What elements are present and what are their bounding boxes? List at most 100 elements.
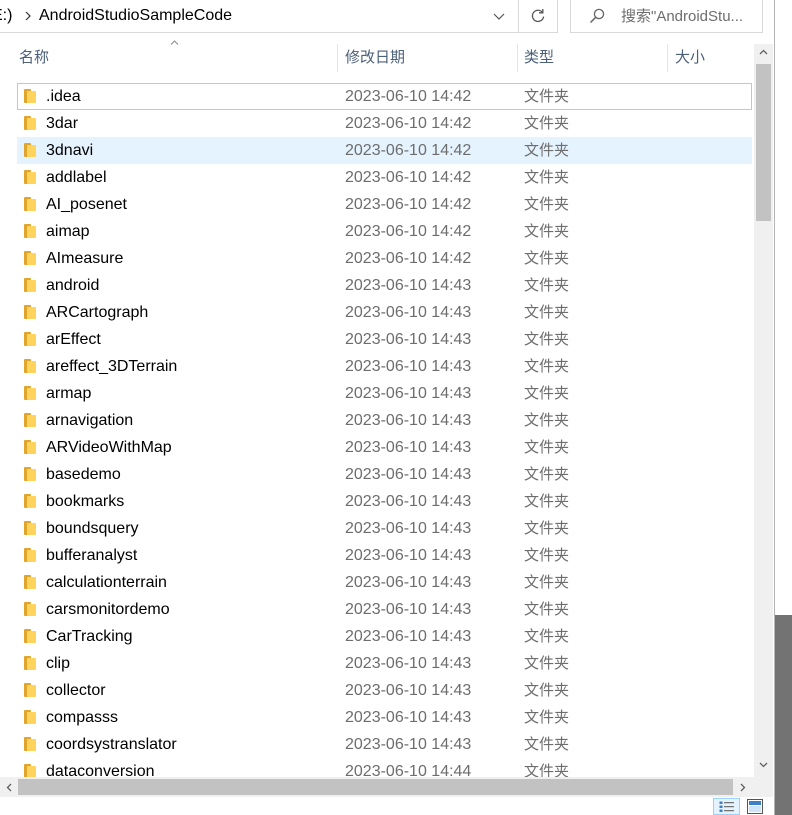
search-icon (589, 8, 605, 24)
folder-icon (24, 440, 37, 455)
search-input[interactable] (621, 0, 759, 32)
file-type: 文件夹 (524, 250, 570, 267)
folder-icon (24, 251, 37, 266)
address-bar[interactable]: E:) AndroidStudioSampleCode (0, 0, 519, 33)
file-row[interactable]: boundsquery 2023-06-10 14:43 文件夹 (17, 515, 752, 542)
scrollbar-corner (754, 777, 773, 797)
file-modified-date: 2023-06-10 14:43 (345, 547, 472, 564)
file-modified-date: 2023-06-10 14:42 (345, 142, 472, 159)
file-row[interactable]: ARCartograph 2023-06-10 14:43 文件夹 (17, 299, 752, 326)
file-name: ARVideoWithMap (46, 439, 172, 456)
file-row[interactable]: bufferanalyst 2023-06-10 14:43 文件夹 (17, 542, 752, 569)
folder-icon (24, 521, 37, 536)
breadcrumb-drive[interactable]: E:) (0, 0, 12, 32)
folder-icon (24, 413, 37, 428)
scroll-left-arrow-icon[interactable] (6, 783, 12, 792)
file-row[interactable]: collector 2023-06-10 14:43 文件夹 (17, 677, 752, 704)
folder-icon (24, 548, 37, 563)
file-type: 文件夹 (524, 142, 570, 159)
file-row[interactable]: dataconversion 2023-06-10 14:44 文件夹 (17, 758, 752, 777)
file-name: arEffect (46, 331, 101, 348)
file-type: 文件夹 (524, 709, 570, 726)
file-type: 文件夹 (524, 358, 570, 375)
file-row[interactable]: armap 2023-06-10 14:43 文件夹 (17, 380, 752, 407)
file-modified-date: 2023-06-10 14:43 (345, 304, 472, 321)
file-name: clip (46, 655, 71, 672)
file-type: 文件夹 (524, 385, 570, 402)
scroll-down-arrow-icon[interactable] (759, 762, 768, 768)
file-row[interactable]: 3dar 2023-06-10 14:42 文件夹 (17, 110, 752, 137)
column-resize-handle[interactable] (517, 44, 518, 72)
file-row[interactable]: compasss 2023-06-10 14:43 文件夹 (17, 704, 752, 731)
file-modified-date: 2023-06-10 14:43 (345, 628, 472, 645)
scroll-up-arrow-icon[interactable] (759, 49, 768, 55)
folder-icon (24, 710, 37, 725)
folder-icon (24, 197, 37, 212)
file-row[interactable]: coordsystranslator 2023-06-10 14:43 文件夹 (17, 731, 752, 758)
file-name: calculationterrain (46, 574, 167, 591)
file-row[interactable]: AImeasure 2023-06-10 14:42 文件夹 (17, 245, 752, 272)
column-header-modified[interactable]: 修改日期 (345, 44, 405, 72)
file-row[interactable]: aimap 2023-06-10 14:42 文件夹 (17, 218, 752, 245)
file-modified-date: 2023-06-10 14:43 (345, 520, 472, 537)
file-modified-date: 2023-06-10 14:42 (345, 196, 472, 213)
vertical-scrollbar[interactable] (754, 44, 773, 777)
large-icons-view-button[interactable] (744, 798, 766, 815)
details-view-button[interactable] (713, 798, 740, 815)
status-bar (0, 797, 774, 815)
file-name: bookmarks (46, 493, 125, 510)
file-name: boundsquery (46, 520, 139, 537)
file-modified-date: 2023-06-10 14:42 (345, 115, 472, 132)
folder-icon (24, 224, 37, 239)
column-header-type[interactable]: 类型 (524, 44, 554, 72)
file-row[interactable]: basedemo 2023-06-10 14:43 文件夹 (17, 461, 752, 488)
file-type: 文件夹 (524, 331, 570, 348)
file-row[interactable]: .idea 2023-06-10 14:42 文件夹 (17, 83, 752, 110)
scroll-right-arrow-icon[interactable] (740, 783, 746, 792)
file-row[interactable]: carsmonitordemo 2023-06-10 14:43 文件夹 (17, 596, 752, 623)
background-window (775, 615, 792, 815)
file-modified-date: 2023-06-10 14:43 (345, 439, 472, 456)
search-box[interactable] (570, 0, 763, 33)
file-name: compasss (46, 709, 119, 726)
file-row[interactable]: areffect_3DTerrain 2023-06-10 14:43 文件夹 (17, 353, 752, 380)
file-row[interactable]: 3dnavi 2023-06-10 14:42 文件夹 (17, 137, 752, 164)
file-modified-date: 2023-06-10 14:43 (345, 682, 472, 699)
breadcrumb-current-folder[interactable]: AndroidStudioSampleCode (39, 0, 232, 32)
file-row[interactable]: calculationterrain 2023-06-10 14:43 文件夹 (17, 569, 752, 596)
column-resize-handle[interactable] (337, 44, 338, 72)
file-row[interactable]: CarTracking 2023-06-10 14:43 文件夹 (17, 623, 752, 650)
vertical-scroll-thumb[interactable] (756, 64, 771, 221)
file-name: collector (46, 682, 106, 699)
folder-icon (24, 656, 37, 671)
file-row[interactable]: android 2023-06-10 14:43 文件夹 (17, 272, 752, 299)
file-row[interactable]: bookmarks 2023-06-10 14:43 文件夹 (17, 488, 752, 515)
file-type: 文件夹 (524, 628, 570, 645)
chevron-right-icon[interactable] (24, 11, 32, 21)
column-header-size[interactable]: 大小 (675, 44, 705, 72)
file-row[interactable]: clip 2023-06-10 14:43 文件夹 (17, 650, 752, 677)
file-row[interactable]: AI_posenet 2023-06-10 14:42 文件夹 (17, 191, 752, 218)
refresh-button[interactable] (519, 0, 558, 33)
desktop-background (775, 0, 792, 615)
folder-icon (24, 575, 37, 590)
column-resize-handle[interactable] (667, 44, 668, 72)
file-name: ARCartograph (46, 304, 149, 321)
horizontal-scrollbar[interactable] (0, 777, 754, 797)
file-row[interactable]: addlabel 2023-06-10 14:42 文件夹 (17, 164, 752, 191)
folder-icon (24, 170, 37, 185)
file-modified-date: 2023-06-10 14:43 (345, 412, 472, 429)
file-row[interactable]: arnavigation 2023-06-10 14:43 文件夹 (17, 407, 752, 434)
file-type: 文件夹 (524, 601, 570, 618)
file-row[interactable]: ARVideoWithMap 2023-06-10 14:43 文件夹 (17, 434, 752, 461)
folder-icon (24, 89, 37, 104)
file-modified-date: 2023-06-10 14:42 (345, 88, 472, 105)
file-modified-date: 2023-06-10 14:43 (345, 466, 472, 483)
horizontal-scroll-thumb[interactable] (18, 779, 733, 795)
file-row[interactable]: arEffect 2023-06-10 14:43 文件夹 (17, 326, 752, 353)
folder-icon (24, 467, 37, 482)
file-modified-date: 2023-06-10 14:43 (345, 493, 472, 510)
column-header-name[interactable]: 名称 (19, 44, 49, 72)
refresh-icon (530, 8, 546, 24)
chevron-down-icon[interactable] (493, 13, 505, 20)
